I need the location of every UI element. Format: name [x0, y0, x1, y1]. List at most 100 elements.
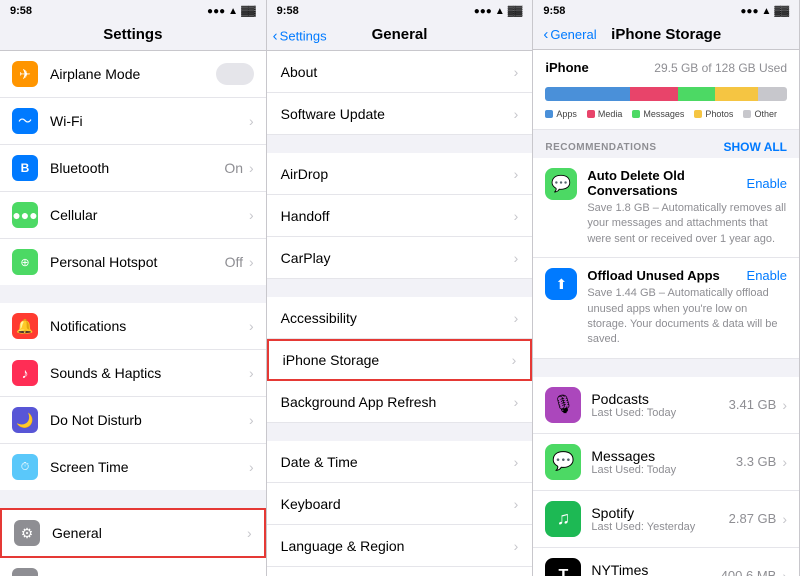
spotify-icon: ♫	[545, 501, 581, 537]
spotify-size: 2.87 GB	[729, 511, 777, 526]
general-wifi-icon: ▲	[495, 6, 505, 17]
storage-legend: Apps Media Messages Photos Other	[545, 109, 787, 119]
spotify-info: Spotify Last Used: Yesterday	[591, 505, 728, 533]
general-item-handoff[interactable]: Handoff ›	[267, 195, 533, 237]
rec-autodelete-desc: Save 1.8 GB – Automatically removes all …	[587, 201, 787, 247]
carplay-chevron: ›	[514, 250, 519, 266]
storage-battery-icon: ▓▓	[774, 6, 789, 17]
storage-bar-section: iPhone 29.5 GB of 128 GB Used Apps Media	[533, 50, 799, 130]
rec-offload-title: Offload Unused Apps	[587, 268, 719, 283]
screentime-label: Screen Time	[50, 459, 249, 475]
app-podcasts[interactable]: 🎙 Podcasts Last Used: Today 3.41 GB ›	[533, 377, 799, 434]
notifications-icon: 🔔	[12, 313, 38, 339]
spotify-name: Spotify	[591, 505, 728, 521]
sounds-chevron: ›	[249, 365, 254, 381]
storage-back-arrow: ‹	[543, 26, 548, 43]
messages-lastused: Last Used: Today	[591, 464, 736, 476]
storage-wifi-icon: ▲	[762, 6, 772, 17]
app-messages[interactable]: 💬 Messages Last Used: Today 3.3 GB ›	[533, 434, 799, 491]
general-back-button[interactable]: ‹ Settings	[273, 28, 327, 45]
settings-list: ✈ Airplane Mode 〜 Wi-Fi › B Bluetooth On…	[0, 51, 266, 576]
nytimes-chevron: ›	[782, 568, 787, 576]
airplane-toggle[interactable]	[216, 63, 254, 85]
settings-item-hotspot[interactable]: ⊕ Personal Hotspot Off ›	[0, 239, 266, 285]
general-status-icons: ●●● ▲ ▓▓	[474, 6, 523, 17]
rec-autodelete: 💬 Auto Delete Old Conversations Enable S…	[533, 158, 799, 258]
datetime-label: Date & Time	[281, 454, 514, 470]
legend-other: Other	[743, 109, 777, 119]
apps-legend-label: Apps	[556, 109, 577, 119]
rec-offload: ⬆ Offload Unused Apps Enable Save 1.44 G…	[533, 258, 799, 359]
about-chevron: ›	[514, 64, 519, 80]
general-item-keyboard[interactable]: Keyboard ›	[267, 483, 533, 525]
storage-panel: 9:58 ●●● ▲ ▓▓ ‹ General iPhone Storage i…	[533, 0, 800, 576]
general-item-carplay[interactable]: CarPlay ›	[267, 237, 533, 279]
general-group-3: Accessibility › iPhone Storage › Backgro…	[267, 297, 533, 423]
settings-system-group: 🔔 Notifications › ♪ Sounds & Haptics › 🌙…	[0, 303, 266, 490]
messages-info: Messages Last Used: Today	[591, 448, 736, 476]
storage-device-name: iPhone	[545, 60, 588, 75]
notifications-label: Notifications	[50, 318, 249, 334]
general-gap-1	[267, 135, 533, 153]
storage-nav-bar: ‹ General iPhone Storage	[533, 22, 799, 50]
media-legend-label: Media	[598, 109, 623, 119]
general-item-about[interactable]: About ›	[267, 51, 533, 93]
settings-item-wifi[interactable]: 〜 Wi-Fi ›	[0, 98, 266, 145]
general-item-backgroundrefresh[interactable]: Background App Refresh ›	[267, 381, 533, 423]
general-status-bar: 9:58 ●●● ▲ ▓▓	[267, 0, 533, 22]
general-item-iphonestorage[interactable]: iPhone Storage ›	[267, 339, 533, 381]
iphonestorage-label: iPhone Storage	[283, 352, 512, 368]
general-item-datetime[interactable]: Date & Time ›	[267, 441, 533, 483]
general-gap-3	[267, 423, 533, 441]
settings-item-sounds[interactable]: ♪ Sounds & Haptics ›	[0, 350, 266, 397]
rec-autodelete-enable[interactable]: Enable	[747, 176, 787, 191]
podcasts-lastused: Last Used: Today	[591, 407, 728, 419]
general-item-dictionary[interactable]: Dictionary ›	[267, 567, 533, 576]
about-label: About	[281, 64, 514, 80]
messages-icon: 💬	[545, 444, 581, 480]
settings-item-general[interactable]: ⚙ General ›	[0, 508, 266, 558]
rec-autodelete-title-row: Auto Delete Old Conversations Enable	[587, 168, 787, 198]
apps-dot	[545, 110, 553, 118]
bluetooth-value: On	[224, 160, 243, 176]
other-segment	[758, 87, 787, 101]
storage-back-button[interactable]: ‹ General	[543, 26, 596, 43]
rec-offload-enable[interactable]: Enable	[747, 268, 787, 283]
settings-time: 9:58	[10, 5, 32, 17]
settings-item-controlcenter[interactable]: ⊞ Control Center ›	[0, 558, 266, 576]
softwareupdate-chevron: ›	[514, 106, 519, 122]
legend-apps: Apps	[545, 109, 577, 119]
rec-offload-icon: ⬆	[545, 268, 577, 300]
settings-connectivity-group: ✈ Airplane Mode 〜 Wi-Fi › B Bluetooth On…	[0, 51, 266, 285]
app-spotify[interactable]: ♫ Spotify Last Used: Yesterday 2.87 GB ›	[533, 491, 799, 548]
settings-item-airplane[interactable]: ✈ Airplane Mode	[0, 51, 266, 98]
app-nytimes[interactable]: T NYTimes Last Used: 4/30/19 400.6 MB ›	[533, 548, 799, 576]
rec-autodelete-title: Auto Delete Old Conversations	[587, 168, 746, 198]
general-group-1: About › Software Update ›	[267, 51, 533, 135]
settings-item-dnd[interactable]: 🌙 Do Not Disturb ›	[0, 397, 266, 444]
show-all-button[interactable]: SHOW ALL	[723, 140, 787, 154]
settings-item-notifications[interactable]: 🔔 Notifications ›	[0, 303, 266, 350]
settings-item-bluetooth[interactable]: B Bluetooth On ›	[0, 145, 266, 192]
bluetooth-icon: B	[12, 155, 38, 181]
settings-item-cellular[interactable]: ●●● Cellular ›	[0, 192, 266, 239]
general-battery-icon: ▓▓	[508, 6, 523, 17]
podcasts-name: Podcasts	[591, 391, 728, 407]
wifi-label: Wi-Fi	[50, 113, 249, 129]
softwareupdate-label: Software Update	[281, 106, 514, 122]
legend-messages: Messages	[632, 109, 684, 119]
general-item-softwareupdate[interactable]: Software Update ›	[267, 93, 533, 135]
keyboard-label: Keyboard	[281, 496, 514, 512]
podcasts-icon: 🎙	[545, 387, 581, 423]
rec-autodelete-content: Auto Delete Old Conversations Enable Sav…	[587, 168, 787, 247]
bluetooth-label: Bluetooth	[50, 160, 224, 176]
hotspot-value: Off	[225, 254, 243, 270]
rec-autodelete-icon: 💬	[545, 168, 577, 200]
airplane-icon: ✈	[12, 61, 38, 87]
general-item-airdrop[interactable]: AirDrop ›	[267, 153, 533, 195]
carplay-label: CarPlay	[281, 250, 514, 266]
settings-item-screentime[interactable]: ⏱ Screen Time ›	[0, 444, 266, 490]
general-item-language[interactable]: Language & Region ›	[267, 525, 533, 567]
general-item-accessibility[interactable]: Accessibility ›	[267, 297, 533, 339]
general-panel: 9:58 ●●● ▲ ▓▓ ‹ Settings General About ›…	[267, 0, 534, 576]
